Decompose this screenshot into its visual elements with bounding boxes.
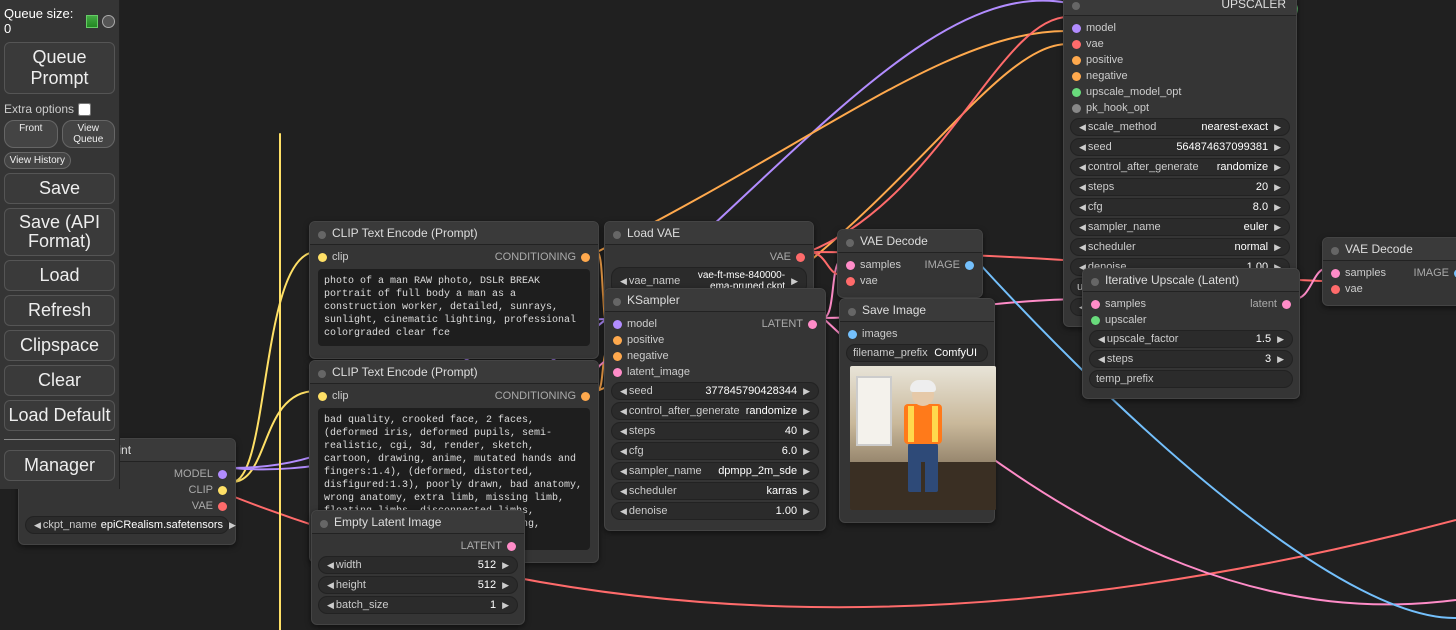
- input-samples: samples: [1105, 298, 1146, 310]
- extra-options-toggle[interactable]: Extra options: [4, 98, 115, 120]
- node-title[interactable]: Load VAE: [605, 222, 813, 245]
- input-positive: positive: [627, 334, 664, 346]
- view-history-button[interactable]: View History: [4, 152, 71, 169]
- height-widget[interactable]: ◀height512▶: [318, 576, 518, 594]
- denoise-widget[interactable]: ◀denoise1.00▶: [611, 502, 819, 520]
- refresh-button[interactable]: Refresh: [4, 295, 115, 326]
- input-model: model: [627, 318, 657, 330]
- control-after-generate-widget[interactable]: ◀control_after_generaterandomize▶: [611, 402, 819, 420]
- input-upscaler: upscaler: [1105, 314, 1147, 326]
- node-title[interactable]: KSampler: [605, 289, 825, 312]
- view-queue-button[interactable]: View Queue: [62, 120, 116, 148]
- image-preview: [850, 366, 996, 510]
- manager-button[interactable]: Manager: [4, 450, 115, 481]
- input-positive: positive: [1086, 54, 1123, 66]
- scale-method-widget[interactable]: ◀scale_methodnearest-exact▶: [1070, 118, 1290, 136]
- filename-prefix-widget[interactable]: filename_prefixComfyUI: [846, 344, 988, 362]
- prompt-textarea[interactable]: photo of a man RAW photo, DSLR BREAK por…: [318, 269, 590, 346]
- cfg-widget[interactable]: ◀cfg6.0▶: [611, 442, 819, 460]
- image-icon[interactable]: [86, 15, 99, 28]
- output-image: IMAGE: [1414, 267, 1449, 279]
- input-negative: negative: [627, 350, 669, 362]
- input-vae: vae: [1086, 38, 1104, 50]
- node-graph-canvas[interactable]: Queue size: 0 Queue Prompt Extra options…: [0, 0, 1456, 630]
- node-title[interactable]: Iterative Upscale (Latent): [1083, 269, 1299, 292]
- load-button[interactable]: Load: [4, 260, 115, 291]
- clear-button[interactable]: Clear: [4, 365, 115, 396]
- gear-icon[interactable]: [102, 15, 115, 28]
- view-front-button[interactable]: Front: [4, 120, 58, 148]
- steps-widget[interactable]: ◀steps40▶: [611, 422, 819, 440]
- output-clip: CLIP: [189, 484, 213, 496]
- node-title[interactable]: VAE Decode: [1323, 238, 1456, 261]
- input-clip: clip: [332, 251, 349, 263]
- node-title[interactable]: Save Image: [840, 299, 994, 322]
- width-widget[interactable]: ◀width512▶: [318, 556, 518, 574]
- node-vae-decode-2[interactable]: VAE Decode samples IMAGE vae: [1322, 237, 1456, 306]
- scheduler-widget[interactable]: ◀schedulerkarras▶: [611, 482, 819, 500]
- clipspace-button[interactable]: Clipspace: [4, 330, 115, 361]
- input-samples: samples: [1345, 267, 1386, 279]
- steps-widget[interactable]: ◀steps3▶: [1089, 350, 1293, 368]
- output-vae: VAE: [770, 251, 791, 263]
- input-vae: vae: [1345, 283, 1363, 295]
- node-title[interactable]: Empty Latent Image: [312, 511, 524, 534]
- queue-size-label: Queue size: 0: [4, 4, 115, 42]
- output-conditioning: CONDITIONING: [495, 251, 576, 263]
- input-latent: latent_image: [627, 366, 690, 378]
- chevron-right-icon[interactable]: ▶: [227, 520, 238, 531]
- node-empty-latent[interactable]: Empty Latent Image LATENT ◀width512▶ ◀he…: [311, 510, 525, 625]
- sampler-name-widget[interactable]: ◀sampler_namedpmpp_2m_sde▶: [611, 462, 819, 480]
- save-button[interactable]: Save: [4, 173, 115, 204]
- output-vae: VAE: [192, 500, 213, 512]
- output-latent: LATENT: [762, 318, 803, 330]
- seed-widget[interactable]: ◀seed377845790428344▶: [611, 382, 819, 400]
- output-latent: LATENT: [461, 540, 502, 552]
- temp-prefix-widget[interactable]: temp_prefix: [1089, 370, 1293, 388]
- scheduler-widget[interactable]: ◀schedulernormal▶: [1070, 238, 1290, 256]
- output-conditioning: CONDITIONING: [495, 390, 576, 402]
- extra-options-checkbox[interactable]: [78, 103, 91, 116]
- control-panel: Queue size: 0 Queue Prompt Extra options…: [0, 0, 120, 489]
- output-image: IMAGE: [925, 259, 960, 271]
- node-iterative-upscale[interactable]: Iterative Upscale (Latent) samples laten…: [1082, 268, 1300, 399]
- node-title[interactable]: CLIP Text Encode (Prompt): [310, 361, 598, 384]
- queue-prompt-button[interactable]: Queue Prompt: [4, 42, 115, 94]
- input-upscale-model: upscale_model_opt: [1086, 86, 1181, 98]
- load-default-button[interactable]: Load Default: [4, 400, 115, 431]
- cfg-widget[interactable]: ◀cfg8.0▶: [1070, 198, 1290, 216]
- input-vae: vae: [860, 275, 878, 287]
- seed-widget[interactable]: ◀seed564874637099381▶: [1070, 138, 1290, 156]
- node-title[interactable]: VAE Decode: [838, 230, 982, 253]
- output-model: MODEL: [174, 468, 213, 480]
- node-clip-encode-positive[interactable]: CLIP Text Encode (Prompt) clip CONDITION…: [309, 221, 599, 359]
- control-after-generate-widget[interactable]: ◀control_after_generaterandomize▶: [1070, 158, 1290, 176]
- sampler-name-widget[interactable]: ◀sampler_nameeuler▶: [1070, 218, 1290, 236]
- node-ksampler[interactable]: KSampler model LATENT positive negative …: [604, 288, 826, 531]
- input-model: model: [1086, 22, 1116, 34]
- steps-widget[interactable]: ◀steps20▶: [1070, 178, 1290, 196]
- node-save-image[interactable]: Save Image images filename_prefixComfyUI: [839, 298, 995, 523]
- input-clip: clip: [332, 390, 349, 402]
- save-api-button[interactable]: Save (API Format): [4, 208, 115, 256]
- chevron-left-icon[interactable]: ◀: [32, 520, 43, 531]
- node-title[interactable]: UPSCALER: [1064, 0, 1296, 16]
- divider: [4, 439, 115, 440]
- batch-size-widget[interactable]: ◀batch_size1▶: [318, 596, 518, 614]
- input-pk-hook: pk_hook_opt: [1086, 102, 1149, 114]
- upscale-factor-widget[interactable]: ◀upscale_factor1.5▶: [1089, 330, 1293, 348]
- input-negative: negative: [1086, 70, 1128, 82]
- input-samples: samples: [860, 259, 901, 271]
- output-latent: latent: [1250, 298, 1277, 310]
- input-images: images: [862, 328, 897, 340]
- node-vae-decode-1[interactable]: VAE Decode samples IMAGE vae: [837, 229, 983, 298]
- node-title[interactable]: CLIP Text Encode (Prompt): [310, 222, 598, 245]
- ckpt-name-widget[interactable]: ◀ ckpt_name epiCRealism.safetensors ▶: [25, 516, 229, 534]
